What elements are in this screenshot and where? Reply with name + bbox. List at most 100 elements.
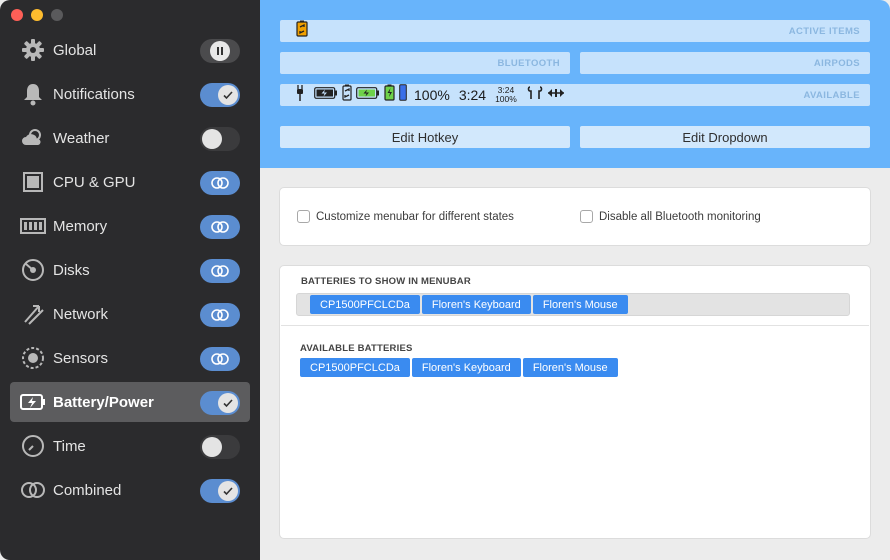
sidebar-item-label: Combined: [53, 481, 122, 499]
disk-icon: [20, 257, 46, 283]
available-items-bar[interactable]: 100% 3:24 3:24 100% AVAILABLE: [280, 84, 870, 106]
menubar-batteries-list: CP1500PFCLCDa Floren's Keyboard Floren's…: [310, 295, 628, 314]
customize-menubar-option[interactable]: Customize menubar for different states: [297, 210, 514, 223]
toggle-knob: [202, 437, 222, 457]
disks-toggle[interactable]: [200, 259, 240, 283]
customize-menubar-checkbox[interactable]: [297, 210, 310, 223]
battery-icon: [20, 389, 46, 415]
sidebar-item-time[interactable]: Time: [10, 426, 250, 466]
arrows-expand-icon[interactable]: [547, 86, 565, 104]
menubar-battery-chip[interactable]: CP1500PFCLCDa: [310, 295, 420, 314]
cpu-icon: [20, 169, 46, 195]
disable-bluetooth-label: Disable all Bluetooth monitoring: [599, 210, 761, 223]
minimize-button[interactable]: [31, 9, 43, 21]
sidebar-item-global[interactable]: Global: [10, 30, 250, 70]
fan-icon: [20, 345, 46, 371]
sidebar-item-combined[interactable]: Combined: [10, 470, 250, 510]
available-batteries-title: AVAILABLE BATTERIES: [300, 343, 413, 354]
battery-power-toggle[interactable]: [200, 391, 240, 415]
available-batteries-list: CP1500PFCLCDa Floren's Keyboard Floren's…: [300, 358, 618, 377]
battery-stacked-text[interactable]: 3:24 100%: [495, 86, 517, 104]
plug-icon[interactable]: [296, 84, 304, 107]
sidebar-item-cpu-gpu[interactable]: CPU & GPU: [10, 162, 250, 202]
battery-swap-icon[interactable]: [296, 20, 308, 42]
notifications-toggle[interactable]: [200, 83, 240, 107]
linked-rings-icon: [210, 305, 230, 325]
time-toggle[interactable]: [200, 435, 240, 459]
checkmark-icon: [218, 393, 238, 413]
bluetooth-bar[interactable]: BLUETOOTH: [280, 52, 570, 74]
battery-percent-text[interactable]: 100%: [414, 87, 450, 103]
sidebar-item-memory[interactable]: Memory: [10, 206, 250, 246]
disable-bluetooth-option[interactable]: Disable all Bluetooth monitoring: [580, 210, 761, 223]
sidebar-item-label: CPU & GPU: [53, 173, 136, 191]
linked-rings-icon: [210, 261, 230, 281]
toggle-knob: [202, 129, 222, 149]
pause-icon: [210, 41, 230, 61]
options-panel: Customize menubar for different states D…: [279, 187, 871, 246]
sidebar-item-label: Weather: [53, 129, 110, 147]
available-battery-chip[interactable]: CP1500PFCLCDa: [300, 358, 410, 377]
active-items-label: ACTIVE ITEMS: [788, 26, 860, 37]
network-toggle[interactable]: [200, 303, 240, 327]
checkmark-icon: [218, 85, 238, 105]
app-window: Global Notifications Weather CPU & GPU M…: [0, 0, 890, 560]
combined-toggle[interactable]: [200, 479, 240, 503]
bluetooth-label: BLUETOOTH: [497, 58, 560, 69]
sidebar: Global Notifications Weather CPU & GPU M…: [0, 0, 260, 560]
menubar-battery-chip[interactable]: Floren's Mouse: [532, 295, 628, 314]
rings-icon: [20, 477, 46, 503]
cpu-gpu-toggle[interactable]: [200, 171, 240, 195]
linked-rings-icon: [210, 349, 230, 369]
available-items-list: 100% 3:24 3:24 100%: [296, 84, 565, 107]
available-battery-chip[interactable]: Floren's Keyboard: [411, 358, 521, 377]
active-items-list: [296, 20, 308, 42]
battery-charging-icon[interactable]: [314, 86, 338, 104]
weather-toggle[interactable]: [200, 127, 240, 151]
gear-icon: [20, 37, 46, 63]
menubar-preview-header: ACTIVE ITEMS BLUETOOTH AIRPODS 100% 3:24…: [260, 0, 890, 168]
main-content: ACTIVE ITEMS BLUETOOTH AIRPODS 100% 3:24…: [260, 0, 890, 560]
active-items-bar[interactable]: ACTIVE ITEMS: [280, 20, 870, 42]
sidebar-item-network[interactable]: Network: [10, 294, 250, 334]
sidebar-item-disks[interactable]: Disks: [10, 250, 250, 290]
sidebar-item-label: Disks: [53, 261, 90, 279]
sidebar-item-label: Battery/Power: [53, 393, 154, 411]
zoom-button[interactable]: [51, 9, 63, 21]
window-controls: [11, 9, 63, 21]
menubar-battery-chip[interactable]: Floren's Keyboard: [421, 295, 531, 314]
disable-bluetooth-checkbox[interactable]: [580, 210, 593, 223]
battery-vertical-green-icon[interactable]: [384, 84, 395, 106]
memory-toggle[interactable]: [200, 215, 240, 239]
available-battery-chip[interactable]: Floren's Mouse: [522, 358, 618, 377]
battery-time-text[interactable]: 3:24: [459, 87, 486, 103]
available-label: AVAILABLE: [803, 90, 860, 101]
linked-rings-icon: [210, 217, 230, 237]
airpods-bar[interactable]: AIRPODS: [580, 52, 870, 74]
sidebar-item-label: Network: [53, 305, 109, 323]
battery-swap-icon[interactable]: [342, 84, 352, 106]
cloud-icon: [20, 125, 46, 151]
network-icon: [20, 301, 46, 327]
bell-icon: [20, 81, 46, 107]
customize-menubar-label: Customize menubar for different states: [316, 210, 514, 223]
sidebar-item-label: Time: [53, 437, 86, 455]
airpods-icon[interactable]: [527, 85, 543, 106]
stacked-percent: 100%: [495, 94, 517, 104]
sidebar-item-notifications[interactable]: Notifications: [10, 74, 250, 114]
sidebar-item-battery-power[interactable]: Battery/Power: [10, 382, 250, 422]
sensors-toggle[interactable]: [200, 347, 240, 371]
sidebar-item-label: Sensors: [53, 349, 109, 367]
pause-toggle[interactable]: [200, 39, 240, 63]
menubar-batteries-title: BATTERIES TO SHOW IN MENUBAR: [301, 276, 471, 287]
sidebar-item-weather[interactable]: Weather: [10, 118, 250, 158]
edit-hotkey-button[interactable]: Edit Hotkey: [280, 126, 570, 148]
sidebar-item-label: Notifications: [53, 85, 135, 103]
battery-green-icon[interactable]: [356, 86, 380, 104]
edit-dropdown-button[interactable]: Edit Dropdown: [580, 126, 870, 148]
sidebar-item-sensors[interactable]: Sensors: [10, 338, 250, 378]
section-divider: [281, 325, 869, 326]
close-button[interactable]: [11, 9, 23, 21]
battery-vertical-blue-icon[interactable]: [399, 84, 407, 106]
airpods-label: AIRPODS: [813, 58, 860, 69]
